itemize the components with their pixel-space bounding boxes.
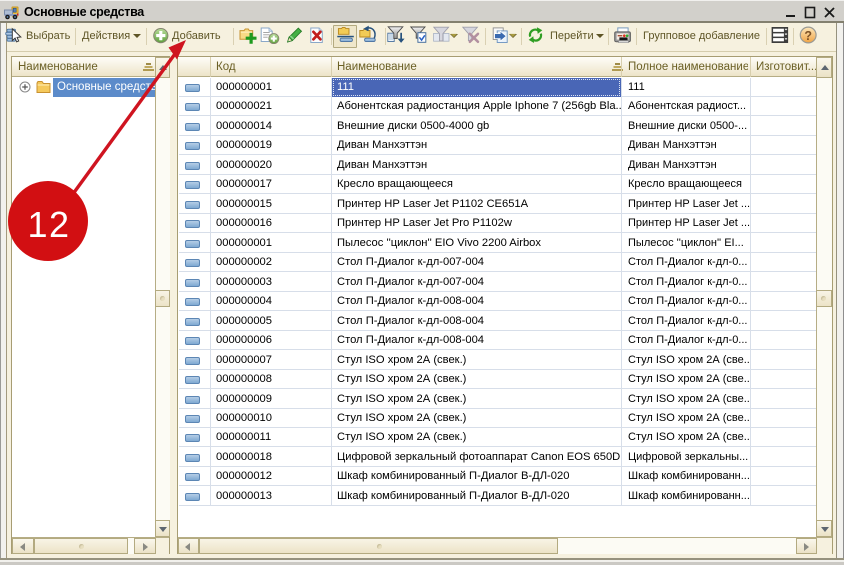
svg-text:?: ? bbox=[804, 29, 812, 43]
